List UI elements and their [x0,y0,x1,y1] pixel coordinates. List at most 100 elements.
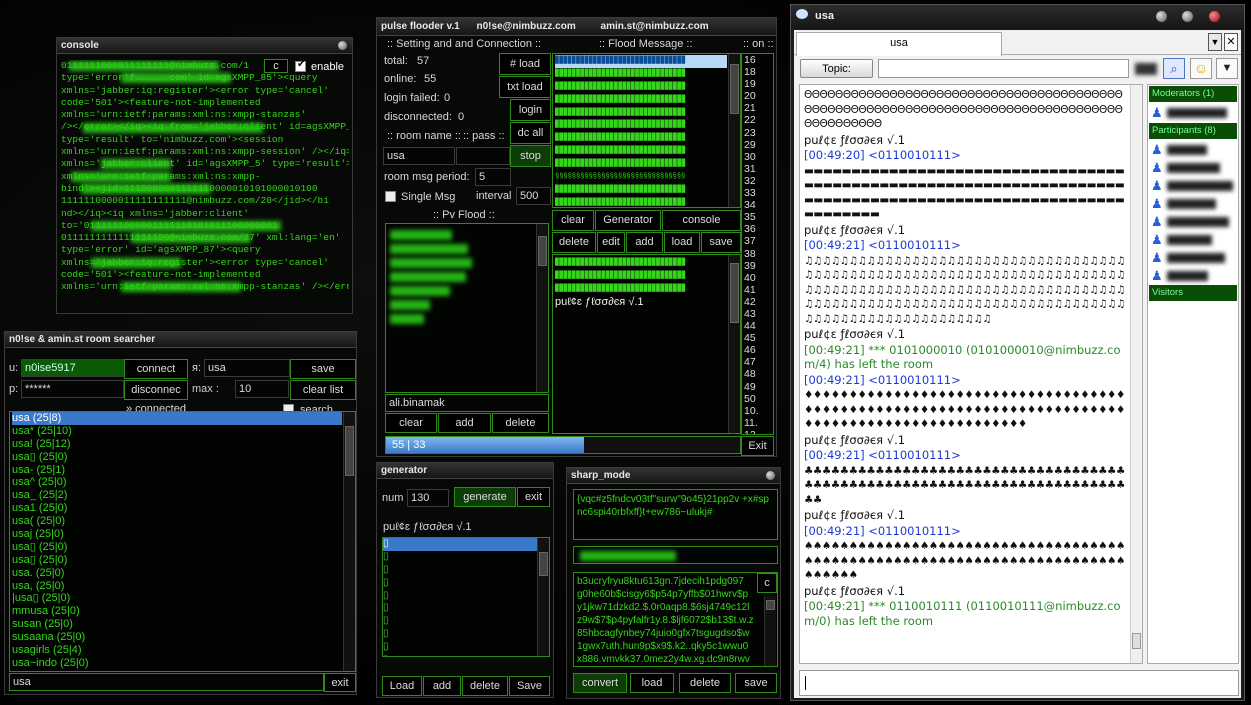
room-list-scrollbar[interactable] [343,412,355,671]
pass-input[interactable] [456,147,510,165]
scroll-thumb[interactable] [538,236,547,266]
pv-contact-input[interactable]: ali.binamak [385,394,549,412]
search-users-icon[interactable]: ⌕ [1163,58,1185,79]
room-name-input[interactable]: usa [383,147,455,165]
flood-message-item[interactable]: ▉▉▉▉▉▉▉▉▉▉▉▉▉▉▉▉▉▉▉▉▉▉▉▉▉▉▉▉▉▉▉ [555,119,727,132]
add-button[interactable]: add [423,676,461,696]
occupant-participant[interactable]: ♟ [1149,159,1237,177]
generator-list-item[interactable]: ▯ [383,564,537,577]
topic-button[interactable]: Topic: [800,59,873,78]
password-input[interactable]: ****** [21,380,124,398]
flood-message-item[interactable]: ▉▉▉▉▉▉▉▉▉▉▉▉▉▉▉▉▉▉▉▉▉▉▉▉▉▉▉▉▉▉▉ [555,94,727,107]
close-icon[interactable] [1209,11,1220,22]
clear-list-button[interactable]: clear list [290,380,356,400]
login-button[interactable]: login [510,99,551,121]
room-list-item[interactable]: usa, (25|0) [12,580,342,593]
max-input[interactable]: 10 [235,380,289,398]
occupant-participant[interactable]: ♟ [1149,213,1237,231]
generator-list-item[interactable]: ▯ [383,551,537,564]
generate-button[interactable]: generate [454,487,516,507]
num-input[interactable]: 130 [407,489,449,507]
flood-add-button[interactable]: add [626,232,663,253]
room-list-item[interactable]: usa_ (25|2) [12,489,342,502]
room-msg-period-input[interactable]: 5 [475,168,511,186]
sharp-scrollbar[interactable] [764,596,776,666]
console-c-button[interactable]: c [264,59,288,73]
flood-edit-button[interactable]: edit [597,232,625,253]
interval-input[interactable]: 500 [516,187,551,205]
save-button[interactable]: Save [509,676,550,696]
scroll-thumb[interactable] [766,600,775,610]
occupant-participant[interactable]: ♟ [1149,141,1237,159]
generator-list-item[interactable]: ▯ [383,602,537,615]
flood-delete-button[interactable]: delete [552,232,596,253]
flood-message-item[interactable]: ▉▉▉▉▉▉▉▉▉▉▉▉▉▉▉▉▉▉▉▉▉▉▉▉▉▉▉▉▉▉▉ [555,107,727,120]
sharp-output-text[interactable]: b3ucryfryu8ktu613gn.7jdecih1pdg097 g0he60… [573,572,778,667]
room-list-item[interactable]: usagirls (25|4) [12,644,342,657]
room-list-item[interactable]: usa1 (25|0) [12,502,342,515]
delete-button[interactable]: delete [462,676,508,696]
room-list-item[interactable]: usa~indo (25|0) [12,657,342,670]
scroll-thumb[interactable] [539,552,548,576]
flooder-titlebar[interactable]: pulse flooder v.1 n0!se@nimbuzz.com amin… [377,18,776,36]
sharp-mode-titlebar[interactable]: sharp_mode [567,468,780,484]
room-list-item[interactable]: usa- (25|1) [12,464,342,477]
room-list-item[interactable]: mmusa (25|0) [12,605,342,618]
scroll-thumb[interactable] [730,263,739,323]
connect-button[interactable]: connect [124,359,188,379]
occupant-participant[interactable]: ♟ [1149,231,1237,249]
generator-list-item[interactable]: ▯ [383,641,537,654]
room-list-item[interactable]: usa (25|8) [12,412,342,425]
load-button[interactable]: Load [382,676,422,696]
pv-add-button[interactable]: add [438,413,491,433]
minimize-icon[interactable] [1156,11,1167,22]
tab-usa[interactable]: usa [796,32,1002,56]
generator-list-item[interactable]: ▯ [383,615,537,628]
username-input[interactable]: n0ise5917 [21,359,124,377]
generator-list-item[interactable]: ▯ [383,577,537,590]
flood-generator-button[interactable]: Generator [595,210,661,231]
pv-list-scrollbar[interactable] [536,224,548,392]
generator-list-item[interactable]: ▯ [383,590,537,603]
close-icon[interactable] [338,41,347,50]
flood-message-item[interactable]: ▉▉▉▉▉▉▉▉▉▉▉▉▉▉▉▉▉▉▉▉▉▉▉▉▉▉▉▉▉▉▉ [555,184,727,197]
room-list-item[interactable]: usa. (25|0) [12,567,342,580]
options-dropdown-icon[interactable]: ▼ [1216,58,1238,79]
flood-message-item[interactable]: ▉▉▉▉▉▉▉▉▉▉▉▉▉▉▉▉▉▉▉▉▉▉▉▉▉▉▉▉▉▉▉ [555,145,727,158]
generator-list-item[interactable]: ▯ [383,654,537,656]
room-list-item[interactable]: usaj (25|0) [12,528,342,541]
flood-list-scrollbar[interactable] [728,54,740,207]
room-list-item[interactable]: usa! (25|12) [12,438,342,451]
enable-checkbox[interactable]: ✔ [295,59,306,72]
flood-load-button[interactable]: load [664,232,700,253]
delete-button[interactable]: delete [679,673,731,693]
room-list-item[interactable]: usa▯ (25|0) [12,554,342,567]
scroll-thumb[interactable] [345,426,354,476]
room-list-item[interactable]: usa▯ (25|0) [12,541,342,554]
exit-button[interactable]: exit [324,673,356,692]
single-msg-checkbox[interactable] [385,191,396,202]
scroll-thumb[interactable] [1132,633,1141,649]
room-list-item[interactable]: susaana (25|0) [12,631,342,644]
pv-clear-button[interactable]: clear [385,413,437,433]
room-list-item[interactable]: usa▯ (25|0) [12,451,342,464]
chat-scrollbar[interactable] [1130,85,1142,663]
room-list-item[interactable]: |usa▯ (25|0) [12,592,342,605]
occupant-participant[interactable]: ♟ [1149,195,1237,213]
chat-titlebar[interactable]: usa [791,5,1244,29]
sharp-c-button[interactable]: c [757,573,777,593]
save-button[interactable]: save [735,673,777,693]
smiley-icon[interactable]: ☺ [1190,58,1212,79]
room-list-item[interactable]: usa( (25|0) [12,515,342,528]
message-input[interactable] [799,670,1239,696]
room-input-bottom[interactable]: usa [9,673,324,691]
room-list-item[interactable]: usa* (25|10) [12,425,342,438]
tab-close-icon[interactable]: ✕ [1224,33,1238,51]
exit-button[interactable]: Exit [741,436,774,456]
room-list-item[interactable]: usa^ (25|0) [12,476,342,489]
flood-message-item[interactable]: §§§§§§§§§§§§§§§§§§§§§§§§§§§§§§§ [555,171,727,184]
flood-save-button[interactable]: save [701,232,741,253]
occupant-participant[interactable]: ♟ [1149,177,1237,195]
selected-scrollbar[interactable] [728,255,740,433]
generator-list-item[interactable]: ▯ [383,628,537,641]
